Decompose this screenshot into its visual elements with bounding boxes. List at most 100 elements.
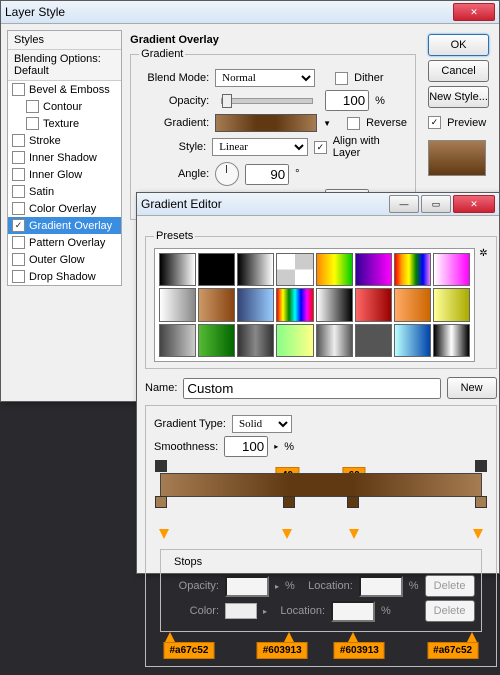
ok-button[interactable]: OK <box>428 34 489 56</box>
new-style-button[interactable]: New Style... <box>428 86 489 108</box>
style-item-label: Gradient Overlay <box>29 220 112 232</box>
opacity-stop[interactable] <box>155 460 167 472</box>
preset-swatch[interactable] <box>276 253 313 286</box>
style-item-label: Stroke <box>29 135 61 147</box>
annotation-color-60: #603913 <box>334 642 385 659</box>
name-input[interactable] <box>183 378 440 399</box>
preset-swatch[interactable] <box>276 288 313 321</box>
preset-swatch[interactable] <box>433 324 470 357</box>
style-item[interactable]: Bevel & Emboss <box>8 81 121 98</box>
style-label: Style: <box>139 141 206 153</box>
preset-swatch[interactable] <box>159 324 196 357</box>
arrow-up-icon <box>165 632 175 642</box>
preset-swatch[interactable] <box>355 288 392 321</box>
gradient-swatch[interactable] <box>215 114 317 132</box>
blending-options[interactable]: Blending Options: Default <box>8 50 121 81</box>
style-item-checkbox[interactable] <box>12 168 25 181</box>
stop-location-label: Location: <box>301 580 353 592</box>
style-item[interactable]: Color Overlay <box>8 200 121 217</box>
preset-swatch[interactable] <box>394 288 431 321</box>
style-item-checkbox[interactable] <box>12 236 25 249</box>
color-stop[interactable] <box>155 496 167 508</box>
style-item[interactable]: Texture <box>8 115 121 132</box>
style-item-checkbox[interactable] <box>12 83 25 96</box>
preset-swatch[interactable] <box>198 253 235 286</box>
style-item-checkbox[interactable] <box>12 270 25 283</box>
stop-location-label: Location: <box>273 605 325 617</box>
close-icon[interactable]: ✕ <box>453 195 495 213</box>
style-item[interactable]: Satin <box>8 183 121 200</box>
preset-swatch[interactable] <box>198 324 235 357</box>
style-item[interactable]: Inner Glow <box>8 166 121 183</box>
align-checkbox[interactable]: ✓ <box>314 141 327 154</box>
style-item-checkbox[interactable]: ✓ <box>12 219 25 232</box>
presets-menu-icon[interactable]: ✲ <box>479 248 487 362</box>
style-item-label: Inner Glow <box>29 169 82 181</box>
style-select[interactable]: Linear <box>212 138 308 156</box>
angle-dial[interactable] <box>215 162 239 186</box>
preset-swatch[interactable] <box>159 253 196 286</box>
style-item[interactable]: Contour <box>8 98 121 115</box>
preset-swatch[interactable] <box>316 288 353 321</box>
angle-input[interactable] <box>245 164 289 185</box>
preset-swatch[interactable] <box>237 324 274 357</box>
delete-button: Delete <box>425 575 475 597</box>
style-item[interactable]: Stroke <box>8 132 121 149</box>
cancel-button[interactable]: Cancel <box>428 60 489 82</box>
dither-checkbox[interactable] <box>335 72 348 85</box>
style-item-checkbox[interactable] <box>12 134 25 147</box>
preset-swatch[interactable] <box>355 324 392 357</box>
preset-swatch[interactable] <box>394 253 431 286</box>
opacity-input[interactable] <box>325 90 369 111</box>
style-item[interactable]: ✓ Gradient Overlay <box>8 217 121 234</box>
preset-swatch[interactable] <box>433 253 470 286</box>
style-item-label: Contour <box>43 101 82 113</box>
gradient-editor-titlebar[interactable]: Gradient Editor — ▭ ✕ <box>137 193 499 216</box>
preview-swatch <box>428 140 486 176</box>
opacity-slider[interactable] <box>221 98 313 104</box>
style-item[interactable]: Drop Shadow <box>8 268 121 285</box>
opacity-stop[interactable] <box>475 460 487 472</box>
color-stop[interactable] <box>475 496 487 508</box>
preset-swatch[interactable] <box>237 253 274 286</box>
style-item[interactable]: Inner Shadow <box>8 149 121 166</box>
dither-label: Dither <box>354 72 383 84</box>
new-button[interactable]: New <box>447 377 497 399</box>
gradient-bar[interactable] <box>160 473 482 497</box>
preset-swatch[interactable] <box>433 288 470 321</box>
color-stop[interactable] <box>347 496 359 508</box>
preset-swatch[interactable] <box>276 324 313 357</box>
arrow-down-icon <box>473 529 483 539</box>
layer-style-titlebar[interactable]: Layer Style ✕ <box>1 1 499 24</box>
preset-swatch[interactable] <box>316 324 353 357</box>
blend-mode-select[interactable]: Normal <box>215 69 315 87</box>
styles-list: Styles Blending Options: Default Bevel &… <box>7 30 122 286</box>
minimize-icon[interactable]: — <box>389 195 419 213</box>
smoothness-input[interactable] <box>224 436 268 457</box>
layer-style-title: Layer Style <box>5 5 65 19</box>
align-label: Align with Layer <box>333 135 407 159</box>
style-item-checkbox[interactable] <box>12 185 25 198</box>
style-item[interactable]: Outer Glow <box>8 251 121 268</box>
style-item-checkbox[interactable] <box>26 100 39 113</box>
preset-swatch[interactable] <box>355 253 392 286</box>
style-item-checkbox[interactable] <box>26 117 39 130</box>
style-item-label: Texture <box>43 118 79 130</box>
preset-swatch[interactable] <box>237 288 274 321</box>
style-item-checkbox[interactable] <box>12 151 25 164</box>
preview-checkbox[interactable]: ✓ <box>428 116 441 129</box>
gradient-type-select[interactable]: Solid <box>232 415 292 433</box>
preset-swatch[interactable] <box>316 253 353 286</box>
color-stop[interactable] <box>283 496 295 508</box>
preset-swatch[interactable] <box>394 324 431 357</box>
style-item-checkbox[interactable] <box>12 202 25 215</box>
styles-header[interactable]: Styles <box>8 31 121 50</box>
style-item-checkbox[interactable] <box>12 253 25 266</box>
close-icon[interactable]: ✕ <box>453 3 495 21</box>
style-item-label: Drop Shadow <box>29 271 96 283</box>
style-item[interactable]: Pattern Overlay <box>8 234 121 251</box>
reverse-checkbox[interactable] <box>347 117 360 130</box>
maximize-icon[interactable]: ▭ <box>421 195 451 213</box>
preset-swatch[interactable] <box>198 288 235 321</box>
preset-swatch[interactable] <box>159 288 196 321</box>
